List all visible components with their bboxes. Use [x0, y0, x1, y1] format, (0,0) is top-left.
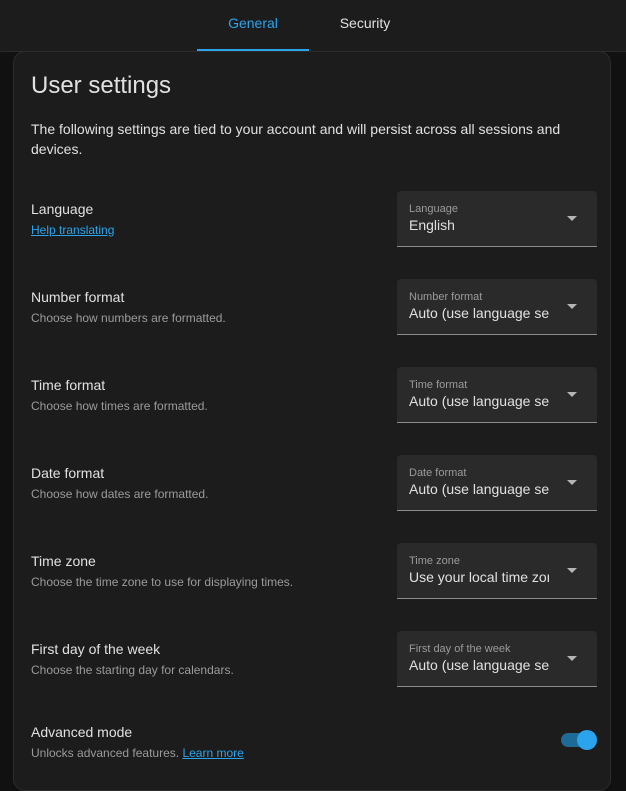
time-zone-select[interactable]: Time zone Use your local time zone [397, 543, 597, 599]
dropdown-arrow-icon [567, 304, 577, 309]
user-settings-card: User settings The following settings are… [13, 51, 611, 791]
number-format-select-label: Number format [409, 291, 483, 303]
toggle-thumb [577, 730, 597, 750]
date-format-select-label: Date format [409, 467, 467, 479]
time-zone-select-label: Time zone [409, 555, 460, 567]
number-format-select[interactable]: Number format Auto (use language setting… [397, 279, 597, 335]
time-format-select-label: Time format [409, 379, 468, 391]
first-day-select[interactable]: First day of the week Auto (use language… [397, 631, 597, 687]
time-zone-row: Time zone Choose the time zone to use fo… [31, 543, 597, 599]
time-zone-select-value: Use your local time zone [409, 569, 549, 585]
advanced-mode-row: Advanced mode Unlocks advanced features.… [31, 714, 597, 770]
first-day-label: First day of the week [31, 641, 161, 657]
language-help: Help translating [31, 223, 114, 237]
help-translating-link[interactable]: Help translating [31, 223, 114, 237]
date-format-select-value: Auto (use language setting) [409, 481, 549, 497]
time-format-description: Choose how times are formatted. [31, 399, 208, 413]
tab-security[interactable]: Security [309, 0, 421, 51]
language-label: Language [31, 201, 94, 217]
time-zone-label: Time zone [31, 553, 96, 569]
first-day-select-label: First day of the week [409, 643, 511, 655]
dropdown-arrow-icon [567, 216, 577, 221]
advanced-mode-toggle[interactable] [561, 729, 597, 751]
first-day-row: First day of the week Choose the startin… [31, 631, 597, 687]
dropdown-arrow-icon [567, 656, 577, 661]
learn-more-link[interactable]: Learn more [182, 746, 243, 760]
card-description: The following settings are tied to your … [31, 121, 561, 157]
date-format-row: Date format Choose how dates are formatt… [31, 455, 597, 511]
dropdown-arrow-icon [567, 392, 577, 397]
time-format-select-value: Auto (use language setting) [409, 393, 549, 409]
dropdown-arrow-icon [567, 480, 577, 485]
language-row: Language Help translating Language Engli… [31, 191, 597, 247]
number-format-row: Number format Choose how numbers are for… [31, 279, 597, 335]
language-select-value: English [409, 217, 455, 233]
advanced-mode-description: Unlocks advanced features. Learn more [31, 746, 244, 760]
tab-general[interactable]: General [197, 0, 309, 51]
time-format-row: Time format Choose how times are formatt… [31, 367, 597, 423]
number-format-label: Number format [31, 289, 125, 305]
first-day-select-value: Auto (use language setting) [409, 657, 549, 673]
date-format-label: Date format [31, 465, 105, 481]
advanced-mode-description-text: Unlocks advanced features. [31, 746, 180, 760]
first-day-description: Choose the starting day for calendars. [31, 663, 234, 677]
date-format-description: Choose how dates are formatted. [31, 487, 209, 501]
time-format-select[interactable]: Time format Auto (use language setting) [397, 367, 597, 423]
time-format-label: Time format [31, 377, 106, 393]
advanced-mode-label: Advanced mode [31, 724, 133, 740]
number-format-description: Choose how numbers are formatted. [31, 311, 226, 325]
date-format-select[interactable]: Date format Auto (use language setting) [397, 455, 597, 511]
tab-bar: General Security [0, 0, 626, 52]
dropdown-arrow-icon [567, 568, 577, 573]
number-format-select-value: Auto (use language setting) [409, 305, 549, 321]
card-title: User settings [31, 72, 172, 99]
language-select[interactable]: Language English [397, 191, 597, 247]
time-zone-description: Choose the time zone to use for displayi… [31, 575, 294, 589]
language-select-label: Language [409, 203, 458, 215]
